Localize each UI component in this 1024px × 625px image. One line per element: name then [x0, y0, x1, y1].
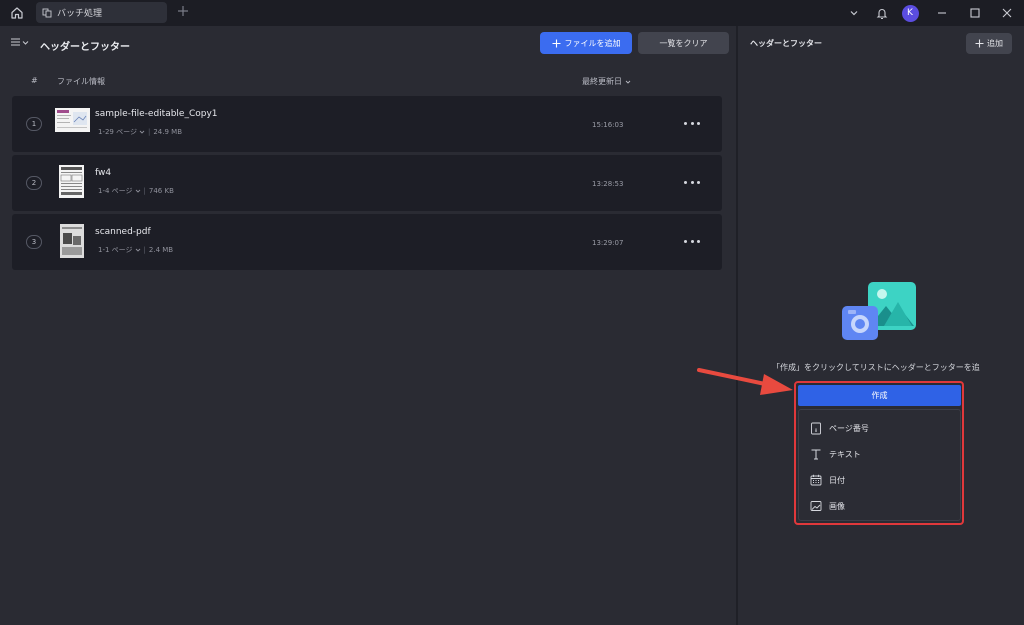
- row-number: 1: [26, 117, 42, 131]
- file-thumbnail: [60, 224, 84, 258]
- separator: |: [143, 246, 146, 254]
- chevron-down-icon: [139, 130, 145, 134]
- menu-item-label: ページ番号: [829, 423, 869, 433]
- home-button[interactable]: [8, 4, 26, 22]
- chevron-down-icon: [135, 248, 140, 252]
- page-number-icon: 8: [809, 422, 822, 435]
- text-icon: [809, 448, 822, 461]
- column-header-last-modified-label: 最終更新日: [582, 77, 622, 86]
- more-options-button[interactable]: [684, 236, 700, 246]
- file-name: scanned-pdf: [95, 227, 151, 237]
- minimize-icon: [938, 12, 946, 14]
- chevron-down-icon: [135, 189, 140, 193]
- file-time: 13:28:53: [592, 180, 624, 188]
- add-file-button[interactable]: ファイルを追加: [540, 32, 632, 54]
- add-button[interactable]: 追加: [966, 33, 1012, 54]
- page-range-selector[interactable]: 1-1 ページ: [98, 245, 141, 255]
- close-button[interactable]: [990, 0, 1024, 26]
- add-file-label: ファイルを追加: [564, 38, 621, 48]
- bell-icon: [876, 8, 888, 19]
- file-name: sample-file-editable_Copy1: [95, 109, 218, 119]
- minimize-button[interactable]: [924, 0, 960, 26]
- new-tab-button[interactable]: [176, 5, 190, 19]
- title-bar: バッチ処理 K: [0, 0, 1024, 26]
- calendar-icon: [809, 474, 822, 487]
- home-icon: [11, 7, 23, 19]
- page-range-selector[interactable]: 1-4 ページ: [98, 186, 141, 196]
- column-header-number: #: [31, 76, 38, 85]
- page-range: 1-4 ページ: [98, 187, 133, 195]
- file-time: 13:29:07: [592, 239, 624, 247]
- header-footer-panel: ヘッダーとフッター 追加 「作成」をクリックしてリストにヘッダーとフッターを追: [738, 26, 1024, 625]
- annotation-arrow-icon: [697, 368, 793, 395]
- create-label: 作成: [871, 391, 888, 400]
- clear-list-button[interactable]: 一覧をクリア: [638, 32, 729, 54]
- column-header-file-info: ファイル情報: [57, 77, 105, 86]
- plus-icon: [552, 39, 560, 47]
- menu-item-page-number[interactable]: 8 ページ番号: [809, 420, 869, 436]
- notification-button[interactable]: [868, 0, 896, 26]
- menu-button[interactable]: [10, 37, 29, 47]
- file-size: 24.9 MB: [153, 128, 182, 136]
- file-list-panel: ヘッダーとフッター ファイルを追加 一覧をクリア # ファイル情報 最終更新日 …: [0, 26, 736, 625]
- tab-label: バッチ処理: [57, 9, 103, 19]
- account-button[interactable]: K: [896, 0, 924, 26]
- menu-item-image[interactable]: 画像: [809, 498, 845, 514]
- file-list-header: ヘッダーとフッター ファイルを追加 一覧をクリア: [0, 26, 736, 60]
- maximize-icon: [970, 8, 980, 18]
- separator: |: [147, 128, 151, 136]
- plus-icon: [178, 6, 188, 16]
- file-size: 2.4 MB: [148, 246, 174, 254]
- column-header-last-modified[interactable]: 最終更新日: [582, 76, 631, 87]
- page-range-selector[interactable]: 1-29 ページ: [98, 127, 145, 137]
- panel-title: ヘッダーとフッター: [40, 42, 130, 53]
- more-options-button[interactable]: [684, 177, 700, 187]
- maximize-button[interactable]: [960, 0, 990, 26]
- file-meta: 1-29 ページ | 24.9 MB: [98, 127, 182, 137]
- table-row[interactable]: 2 fw4 1-4 ページ | 746 KB 13:28:53: [12, 155, 722, 211]
- panel-title: ヘッダーとフッター: [750, 39, 822, 48]
- file-name: fw4: [95, 168, 112, 178]
- empty-state-message: 「作成」をクリックしてリストにヘッダーとフッターを追: [772, 363, 980, 372]
- more-options-button[interactable]: [684, 118, 700, 128]
- clear-list-label: 一覧をクリア: [659, 38, 708, 48]
- add-label: 追加: [987, 39, 1003, 48]
- svg-text:8: 8: [814, 428, 817, 433]
- image-icon: [809, 500, 822, 513]
- tab-batch-process[interactable]: バッチ処理: [36, 2, 167, 23]
- create-button[interactable]: 作成: [798, 385, 961, 406]
- avatar: K: [901, 4, 919, 22]
- row-number: 2: [26, 176, 42, 190]
- plus-icon: [975, 39, 984, 48]
- empty-state-illustration: [840, 280, 920, 342]
- file-meta: 1-1 ページ | 2.4 MB: [98, 245, 173, 255]
- menu-item-text[interactable]: テキスト: [809, 446, 861, 462]
- file-thumbnail: [59, 165, 84, 198]
- create-dropdown-menu: 8 ページ番号 テキスト 日付 画像: [798, 409, 961, 521]
- file-meta: 1-4 ページ | 746 KB: [98, 186, 174, 196]
- chevron-down-icon: [22, 40, 29, 45]
- chevron-down-icon: [850, 11, 858, 16]
- menu-item-label: テキスト: [829, 449, 861, 459]
- page-range: 1-1 ページ: [98, 246, 133, 254]
- file-thumbnail: [55, 108, 90, 132]
- chevron-down-icon: [625, 80, 631, 84]
- dropdown-button[interactable]: [840, 0, 868, 26]
- table-row[interactable]: 3 scanned-pdf 1-1 ページ | 2.4 MB 13:29:07: [12, 214, 722, 270]
- menu-item-date[interactable]: 日付: [809, 472, 845, 488]
- page-range: 1-29 ページ: [98, 128, 137, 136]
- file-time: 15:16:03: [592, 121, 624, 129]
- close-icon: [1002, 8, 1012, 18]
- separator: |: [143, 187, 146, 195]
- menu-item-label: 日付: [829, 475, 845, 485]
- batch-icon: [42, 8, 52, 18]
- row-number: 3: [26, 235, 42, 249]
- file-size: 746 KB: [148, 187, 174, 195]
- list-menu-icon: [11, 38, 20, 46]
- table-row[interactable]: 1 sample-file-editable_Copy1 1-29 ページ | …: [12, 96, 722, 152]
- menu-item-label: 画像: [829, 501, 845, 511]
